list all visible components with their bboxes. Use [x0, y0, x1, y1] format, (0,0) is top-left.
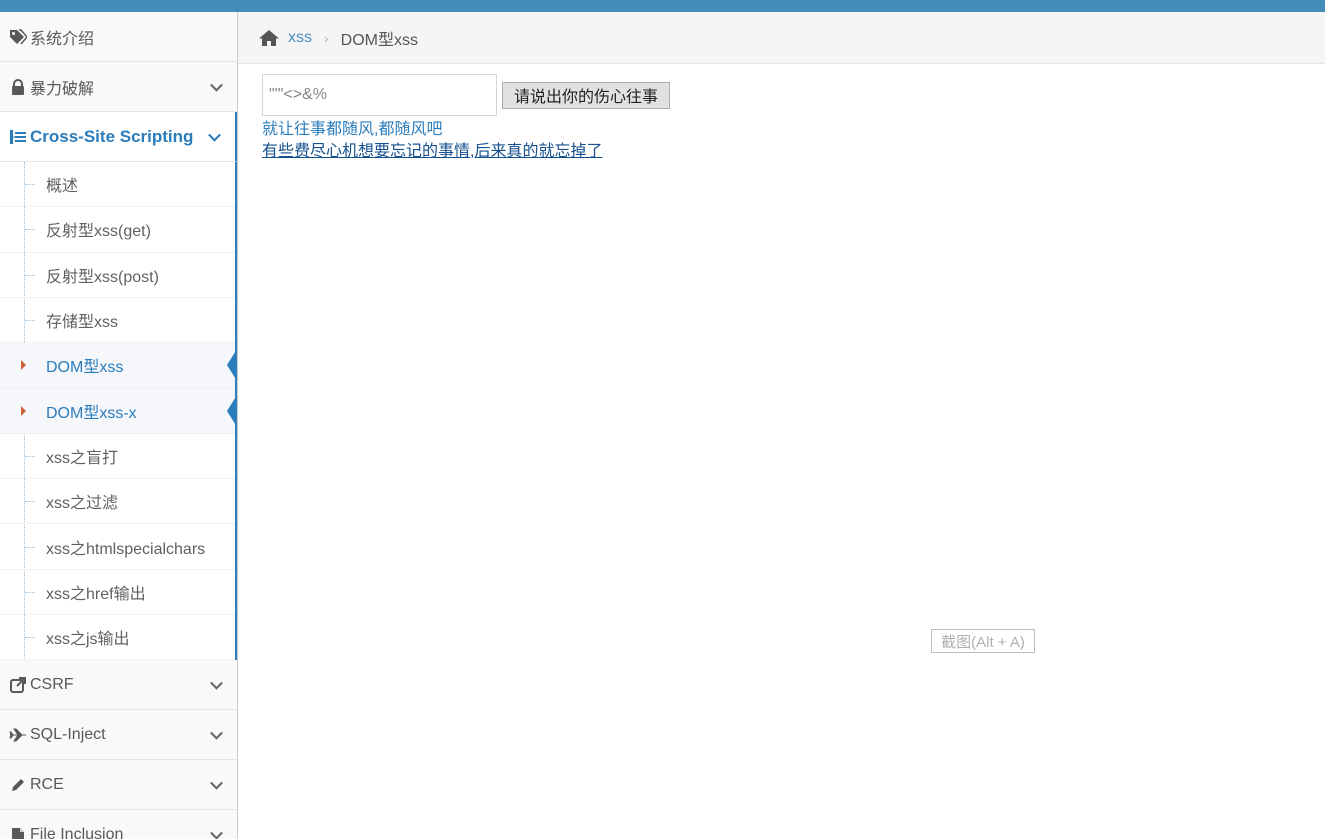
submenu-item-stored[interactable]: 存储型xss — [0, 298, 235, 344]
submenu-item-dom-x[interactable]: DOM型xss-x — [0, 388, 237, 434]
active-pointer — [227, 394, 237, 427]
breadcrumb-separator-icon: › — [324, 29, 329, 46]
sidebar-item-xss[interactable]: Cross-Site Scripting — [0, 112, 237, 162]
share-icon — [8, 676, 28, 693]
sidebar-item-label: CSRF — [30, 675, 74, 693]
submenu-item-blind[interactable]: xss之盲打 — [0, 434, 235, 480]
sidebar-item-brute-force[interactable]: 暴力破解 — [0, 62, 237, 112]
chevron-down-icon — [210, 78, 223, 92]
breadcrumb: xss › DOM型xss — [238, 12, 1325, 64]
past-event-input[interactable] — [262, 74, 497, 116]
chevron-down-icon — [210, 726, 223, 740]
submenu-item-htmlspecialchars[interactable]: xss之htmlspecialchars — [0, 524, 235, 570]
sidebar-item-rce[interactable]: RCE — [0, 760, 237, 811]
chevron-down-icon — [210, 676, 223, 690]
submit-button[interactable]: 请说出你的伤心往事 — [502, 81, 671, 109]
tags-icon — [8, 28, 28, 45]
submenu-item-filter[interactable]: xss之过滤 — [0, 479, 235, 525]
sidebar-item-label: File Inclusion — [30, 825, 124, 839]
screenshot-tooltip: 截图(Alt + A) — [931, 629, 1035, 653]
sidebar-item-label: Cross-Site Scripting — [30, 126, 194, 146]
main-content: 请说出你的伤心往事 就让往事都随风,都随风吧 有些费尽心机想要忘记的事情,后来真… — [262, 74, 671, 164]
breadcrumb-current: DOM型xss — [340, 31, 419, 49]
active-pointer — [227, 349, 237, 382]
sidebar-item-csrf[interactable]: CSRF — [0, 660, 237, 711]
sidebar-item-label: SQL-Inject — [30, 725, 106, 743]
result-message: 就让往事都随风,都随风吧 — [262, 121, 443, 138]
submenu-item-reflected-post[interactable]: 反射型xss(post) — [0, 253, 235, 298]
plane-icon — [8, 728, 28, 742]
chevron-down-icon — [210, 826, 223, 839]
submenu-item-href-output[interactable]: xss之href输出 — [0, 570, 235, 615]
sidebar: 系统介绍 暴力破解 Cross-Site Scripting 概述 反射型xss… — [0, 12, 238, 839]
chevron-down-icon — [208, 128, 221, 142]
lock-icon — [8, 78, 28, 95]
submenu-item-dom[interactable]: DOM型xss — [0, 343, 237, 389]
input-row: 请说出你的伤心往事 — [262, 74, 671, 116]
submenu-item-overview[interactable]: 概述 — [0, 162, 235, 208]
top-bar — [0, 0, 1325, 12]
pencil-icon — [8, 777, 28, 793]
chevron-down-icon — [210, 776, 223, 790]
home-icon[interactable] — [258, 29, 280, 47]
sidebar-item-sql-inject[interactable]: SQL-Inject — [0, 710, 237, 761]
breadcrumb-link-xss[interactable]: xss — [288, 29, 312, 47]
sitemap-icon — [8, 129, 28, 145]
xss-submenu: 概述 反射型xss(get) 反射型xss(post) 存储型xss DOM型x… — [0, 162, 237, 661]
submenu-item-js-output[interactable]: xss之js输出 — [0, 615, 235, 661]
sidebar-item-label: RCE — [30, 775, 64, 793]
sidebar-item-label: 暴力破解 — [30, 80, 95, 98]
sidebar-item-file-inclusion[interactable]: File Inclusion — [0, 810, 237, 839]
submenu-item-reflected-get[interactable]: 反射型xss(get) — [0, 207, 235, 253]
sidebar-item-intro[interactable]: 系统介绍 — [0, 12, 237, 62]
file-icon — [8, 827, 28, 839]
sidebar-item-label: 系统介绍 — [30, 30, 95, 48]
result-link[interactable]: 有些费尽心机想要忘记的事情,后来真的就忘掉了 — [262, 143, 602, 160]
